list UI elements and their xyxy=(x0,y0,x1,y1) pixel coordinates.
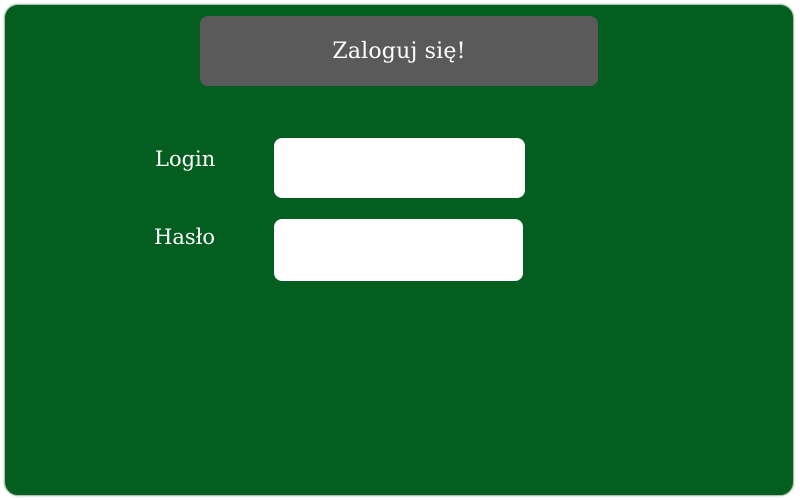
login-label: Login xyxy=(155,147,216,171)
login-input[interactable] xyxy=(274,138,525,198)
password-label: Hasło xyxy=(154,225,216,249)
login-window: Zaloguj się! Login Hasło xyxy=(4,4,794,496)
password-input[interactable] xyxy=(274,219,523,281)
page-title: Zaloguj się! xyxy=(200,16,598,86)
